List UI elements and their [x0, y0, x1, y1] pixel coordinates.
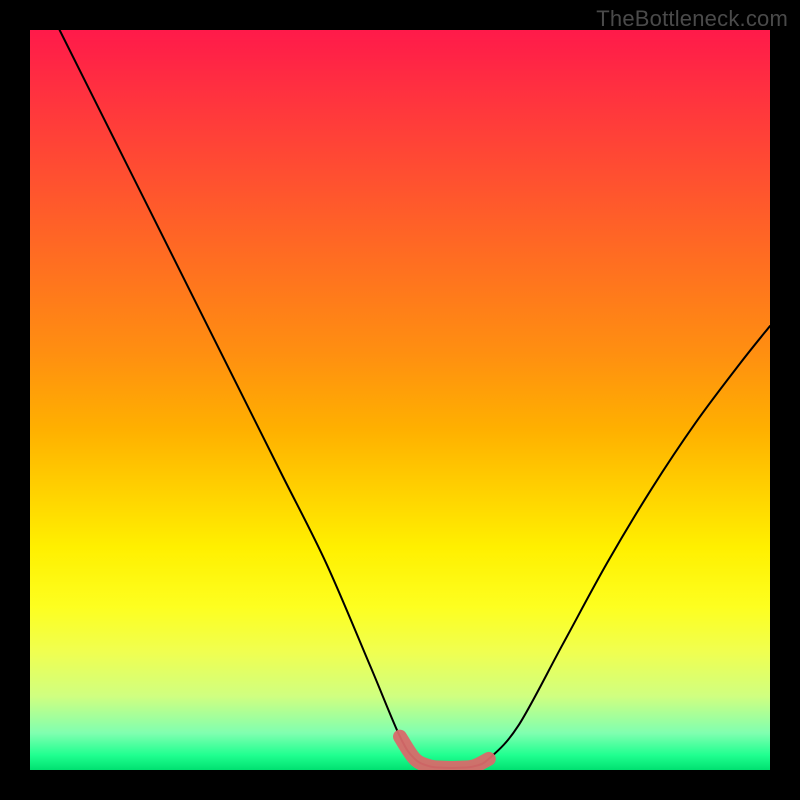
plot-area	[30, 30, 770, 770]
watermark-text: TheBottleneck.com	[596, 6, 788, 32]
highlight-band	[400, 737, 489, 768]
chart-svg	[30, 30, 770, 770]
bottleneck-curve	[60, 30, 770, 768]
